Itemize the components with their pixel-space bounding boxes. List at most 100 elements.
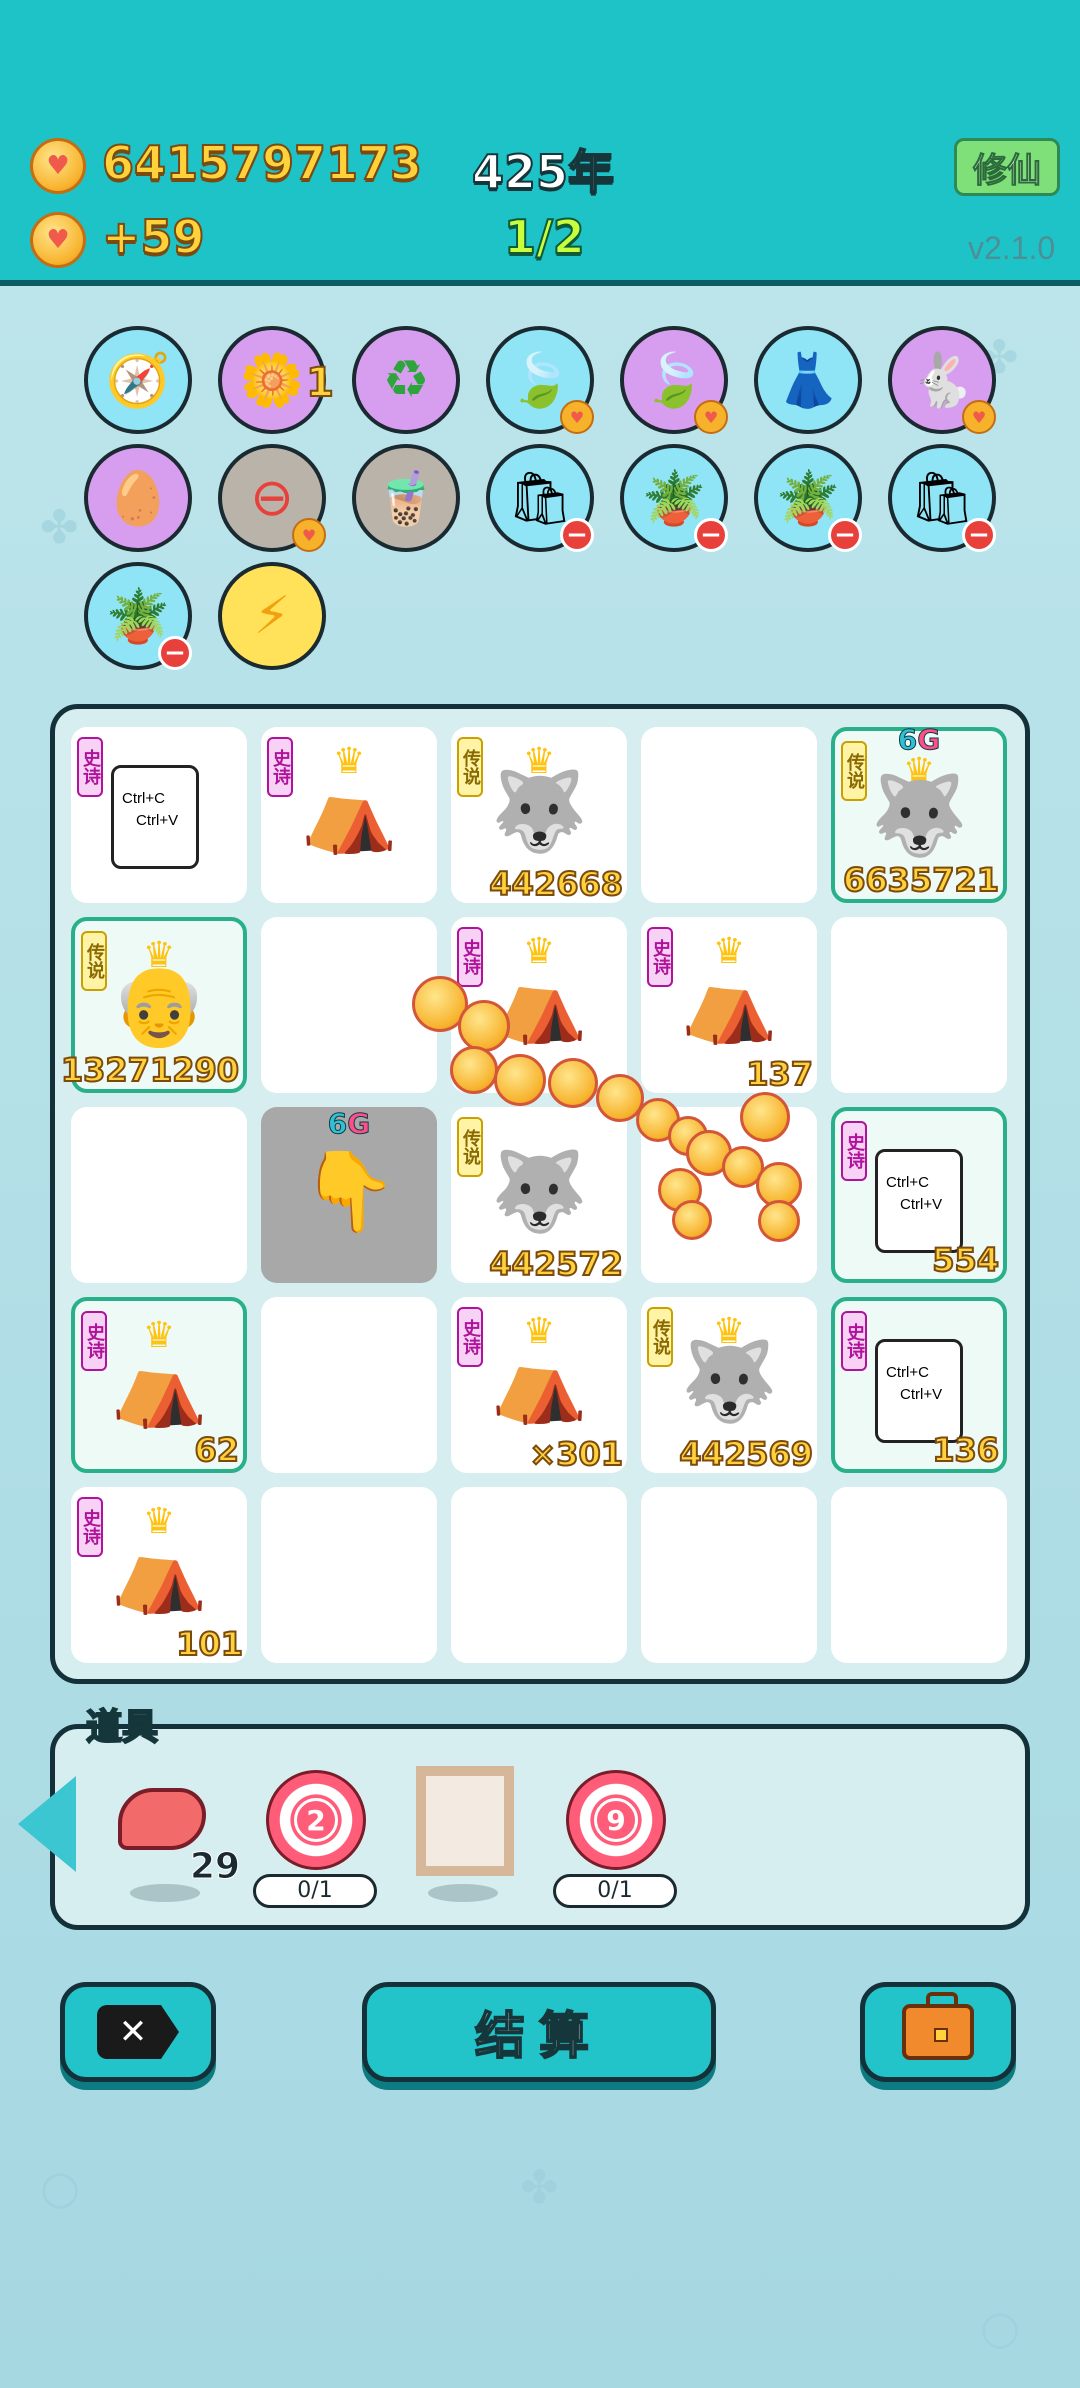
board-cell-empty[interactable] <box>831 917 1007 1093</box>
board-cell-empty[interactable] <box>261 1487 437 1663</box>
top-status-bar: ♥ 6415797173 ♥ +59 425年 1/2 修仙 v2.1.0 <box>0 0 1080 286</box>
paste-line: Ctrl+V <box>136 812 179 829</box>
cell-count: ×301 <box>528 1434 624 1474</box>
flying-coin <box>672 1200 712 1240</box>
exit-button[interactable]: ✕ <box>60 1982 216 2082</box>
rabbit-house-icon: ⛺ <box>110 1341 208 1431</box>
close-icon: ✕ <box>97 2005 179 2059</box>
flying-coin <box>740 1092 790 1142</box>
board-cell-empty[interactable] <box>71 1107 247 1283</box>
epic-tag: 史诗 <box>841 1311 867 1371</box>
flower-coin-item[interactable]: 🌼 1 <box>218 326 335 434</box>
flying-coin <box>450 1046 498 1094</box>
board-cell-copy[interactable]: 史诗 Ctrl+C Ctrl+V 554 <box>831 1107 1007 1283</box>
liver-count: 29 <box>189 1846 241 1888</box>
flying-coin <box>494 1054 546 1106</box>
board-cell-rabbit-house[interactable]: 史诗 ♛ ⛺ ×301 <box>451 1297 627 1474</box>
target-progress-pill: 0/1 <box>553 1874 677 1908</box>
board-cell-rabbit-house[interactable]: 史诗 ♛ ⛺ <box>261 727 437 903</box>
board-cell-empty[interactable] <box>261 1297 437 1473</box>
board-cell-copy[interactable]: 史诗 Ctrl+C Ctrl+V 136 <box>831 1297 1007 1473</box>
cell-count: 442569 <box>678 1434 814 1474</box>
version-label: v2.1.0 <box>968 230 1056 266</box>
target-item-2[interactable]: 2 <box>266 1770 366 1870</box>
target-progress-pill: 0/1 <box>253 1874 377 1908</box>
board-cell-husky[interactable]: 传说 ♛ 🐺 442569 <box>641 1297 817 1474</box>
board-cell-locked[interactable]: 6G 👇 <box>261 1107 437 1283</box>
copy-paste-card-icon: Ctrl+C Ctrl+V <box>875 1326 986 1443</box>
flying-coin <box>458 1000 510 1052</box>
gold-total: 6415797173 <box>101 135 423 191</box>
backpack-button[interactable] <box>860 1982 1016 2082</box>
husky-icon: 🐺 <box>680 1337 778 1427</box>
bubble-tea-icon: 🧋 <box>373 468 439 529</box>
paste-line: Ctrl+V <box>900 1196 943 1213</box>
bag-icon: 🛍 <box>908 468 975 529</box>
egg-icon: 🥚 <box>105 468 171 529</box>
no-entry-item[interactable]: ⊖ ♥ <box>218 444 326 552</box>
potted-flower-item[interactable]: 🪴 − <box>84 562 192 670</box>
minus-icon: − <box>560 518 594 552</box>
year-counter: 425年 <box>471 144 615 200</box>
target-value: 2 <box>294 1798 338 1842</box>
leaf-item[interactable]: 🍃 ♥ <box>486 326 594 434</box>
rabbit-house-icon: ⛺ <box>490 1337 588 1427</box>
recycle-icon: ♻ <box>382 350 430 410</box>
skirt-item[interactable]: 👗 <box>754 326 862 434</box>
board-cell-empty[interactable] <box>261 917 437 1093</box>
husky-icon: 🐺 <box>490 767 588 857</box>
minus-icon: − <box>962 518 996 552</box>
target-item-9[interactable]: 9 <box>566 1770 666 1870</box>
board-cell-empty[interactable] <box>831 1487 1007 1663</box>
minus-icon: − <box>828 518 862 552</box>
bubble-tea-item[interactable]: 🧋 <box>352 444 460 552</box>
potted-flower-item[interactable]: 🪴 − <box>754 444 862 552</box>
cell-count: 554 <box>931 1240 1000 1280</box>
bag-item[interactable]: 🛍 − <box>888 444 996 552</box>
minus-icon: − <box>158 636 192 670</box>
gold-rate: +59 <box>101 209 206 265</box>
potted-flower-icon: 🪴 <box>105 586 171 647</box>
mini-coin-icon: ♥ <box>292 518 326 552</box>
copy-line: Ctrl+C <box>122 790 165 807</box>
board-cell-empty[interactable] <box>451 1487 627 1663</box>
merge-board: 史诗 Ctrl+C Ctrl+V 史诗 ♛ ⛺ 传说 ♛ 🐺 442668 6G … <box>50 704 1030 1684</box>
minus-icon: − <box>694 518 728 552</box>
potted-flower-item[interactable]: 🪴 − <box>620 444 728 552</box>
xiuxian-button[interactable]: 修仙 <box>954 138 1060 196</box>
cell-count: 13271290 <box>60 1050 240 1090</box>
briefcase-icon <box>902 1992 974 2060</box>
board-cell-rabbit-house[interactable]: 史诗 ♛ ⛺ 137 <box>641 917 817 1094</box>
gold-coin-icon: ♥ <box>30 138 86 194</box>
lightning-item[interactable]: ⚡ <box>218 562 326 670</box>
leaf-item[interactable]: 🍃 ♥ <box>620 326 728 434</box>
board-cell-empty[interactable] <box>641 727 817 903</box>
rabbit-house-icon: ⛺ <box>300 767 398 857</box>
board-cell-husky[interactable]: 传说 ♛ 🐺 442668 <box>451 727 627 904</box>
board-cell-copy[interactable]: 史诗 Ctrl+C Ctrl+V <box>71 727 247 903</box>
items-title: 道具 <box>85 1706 159 1749</box>
bag-item[interactable]: 🛍 − <box>486 444 594 552</box>
scroll-left-arrow-icon[interactable] <box>18 1776 76 1872</box>
potted-flower-icon: 🪴 <box>641 468 707 529</box>
board-cell-husky[interactable]: 6G 传说 ♛ 🐺 6635721 <box>831 723 1007 903</box>
level-number: 6 <box>327 1107 348 1141</box>
compass-item[interactable]: 🧭 <box>84 326 192 434</box>
bag-icon: 🛍 <box>506 468 573 529</box>
target-value: 9 <box>594 1798 638 1842</box>
board-cell-empty[interactable] <box>641 1487 817 1663</box>
board-cell-husky[interactable]: 传说 🐺 442572 <box>451 1107 627 1284</box>
recycle-item[interactable]: ♻ <box>352 326 460 434</box>
item-shadow <box>428 1884 498 1902</box>
compass-icon: 🧭 <box>105 350 171 411</box>
rabbit-item[interactable]: 🐇 ♥ <box>888 326 996 434</box>
board-cell-rabbit-house[interactable]: 史诗 ♛ ⛺ 101 <box>71 1487 247 1664</box>
board-cell-grandpa[interactable]: 传说 ♛ 👴 13271290 <box>60 917 247 1093</box>
picture-frame-item-icon[interactable] <box>416 1766 514 1876</box>
egg-item[interactable]: 🥚 <box>84 444 192 552</box>
liver-item-icon[interactable] <box>118 1788 206 1850</box>
rabbit-icon: 🐇 <box>909 350 975 411</box>
settle-button[interactable]: 结算 <box>362 1982 716 2082</box>
board-cell-rabbit-house[interactable]: 史诗 ♛ ⛺ 62 <box>71 1297 247 1473</box>
cell-count: 442572 <box>488 1244 624 1284</box>
